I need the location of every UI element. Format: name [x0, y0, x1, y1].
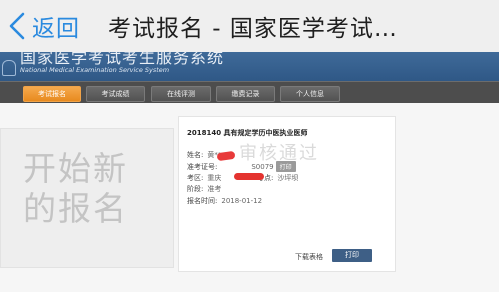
ticket-label: 准考证号: — [187, 163, 218, 171]
nav-tab-exam-scores[interactable]: 考试成绩 — [86, 86, 145, 102]
chevron-left-icon — [9, 12, 25, 40]
app-header: 返回 考试报名 - 国家医学考试… — [0, 0, 499, 52]
nav-tab-payment-records[interactable]: 缴费记录 — [216, 86, 275, 102]
stage-label: 阶段: — [187, 185, 204, 193]
name-label: 姓名: — [187, 151, 204, 159]
site-title-en: National Medical Examination Service Sys… — [20, 66, 170, 74]
nav-tab-personal-info[interactable]: 个人信息 — [280, 86, 340, 102]
date-value: 2018-01-12 — [221, 197, 263, 205]
new-registration-label: 开始新的报名 — [23, 149, 128, 228]
area-value: 重庆 — [207, 174, 222, 182]
redaction-mark — [216, 150, 236, 162]
main-nav: 考试报名 考试成绩 在线评测 缴费记录 个人信息 — [0, 81, 499, 104]
approved-watermark: 审核通过 — [239, 143, 319, 164]
date-label: 报名时间: — [187, 197, 218, 205]
page-title: 考试报名 - 国家医学考试… — [108, 16, 398, 42]
area-label: 考区: — [187, 174, 204, 182]
registration-record-card: 2018140 具有规定学历中医执业医师 姓名: 黄** 准考证号: S0079 打印… — [178, 116, 396, 272]
redaction-mark — [234, 173, 264, 180]
back-label: 返回 — [32, 16, 80, 42]
back-button[interactable]: 返回 — [0, 0, 80, 52]
date-row: 报名时间: 2018-01-12 — [187, 196, 262, 206]
nav-tab-exam-registration[interactable]: 考试报名 — [23, 86, 81, 102]
stage-value: 准考 — [207, 185, 222, 193]
print-button[interactable]: 打印 — [332, 249, 372, 262]
site-banner: 国家医学考试考生服务系统 National Medical Examinatio… — [0, 52, 499, 81]
nav-tab-online-evaluation[interactable]: 在线评测 — [151, 86, 211, 102]
content-area: 开始新的报名 2018140 具有规定学历中医执业医师 姓名: 黄** 准考证号:… — [0, 103, 499, 292]
stage-row: 阶段: 准考 — [187, 184, 221, 194]
record-title: 2018140 具有规定学历中医执业医师 — [187, 129, 308, 137]
download-form-link[interactable]: 下载表格 — [295, 252, 323, 262]
new-registration-card[interactable]: 开始新的报名 — [0, 128, 174, 268]
site-value: 沙坪坝 — [277, 174, 299, 182]
site-logo-icon — [2, 60, 16, 76]
wechat-page: 返回 考试报名 - 国家医学考试… 国家医学考试考生服务系统 National … — [0, 0, 499, 292]
area-row: 考区: 重庆 考点: 沙坪坝 — [187, 173, 387, 183]
